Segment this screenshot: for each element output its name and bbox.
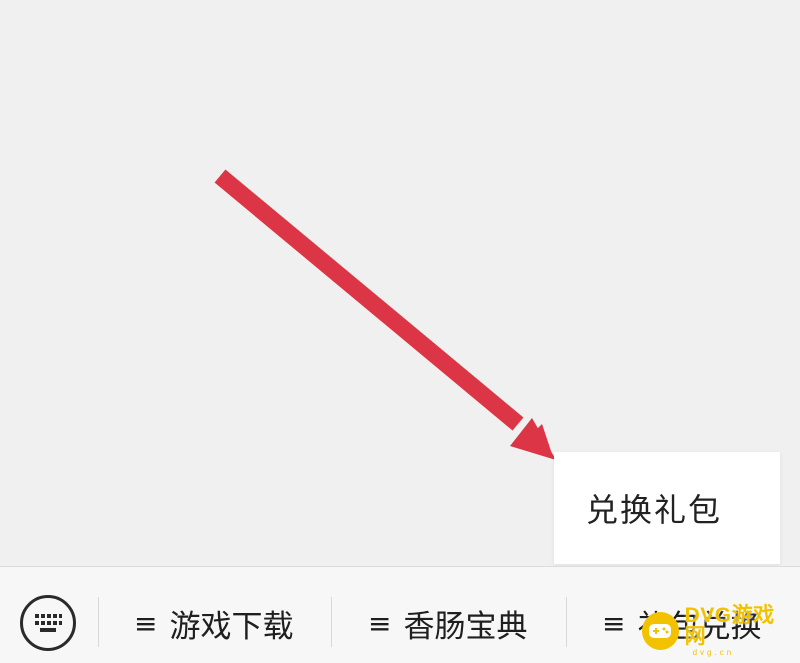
- menu-lines-icon: ≡: [134, 606, 158, 640]
- menu-sausage-guide[interactable]: ≡ 香肠宝典: [368, 595, 527, 651]
- menu-lines-icon: ≡: [602, 606, 626, 640]
- gamepad-logo-icon: [642, 612, 679, 650]
- bottom-menu-bar: ≡ 游戏下载 ≡ 香肠宝典 ≡ 礼包兑换 DVG游戏网 dvg.cn: [0, 566, 800, 663]
- menu-divider: [98, 597, 99, 647]
- menu-lines-icon: ≡: [368, 606, 392, 640]
- menu-divider: [566, 597, 567, 647]
- submenu-popup: 兑换礼包: [554, 452, 780, 564]
- keyboard-icon: [35, 614, 62, 632]
- submenu-item-redeem-gift[interactable]: 兑换礼包: [554, 485, 722, 531]
- keyboard-toggle-button[interactable]: [20, 595, 76, 651]
- menu-game-download[interactable]: ≡ 游戏下载: [134, 595, 293, 651]
- menu-divider: [331, 597, 332, 647]
- watermark-name: DVG游戏网: [684, 604, 775, 648]
- menu-label: 香肠宝典: [403, 608, 528, 645]
- menu-label: 游戏下载: [169, 608, 294, 645]
- site-watermark: DVG游戏网 dvg.cn: [642, 605, 792, 657]
- watermark-domain: dvg.cn: [692, 648, 735, 657]
